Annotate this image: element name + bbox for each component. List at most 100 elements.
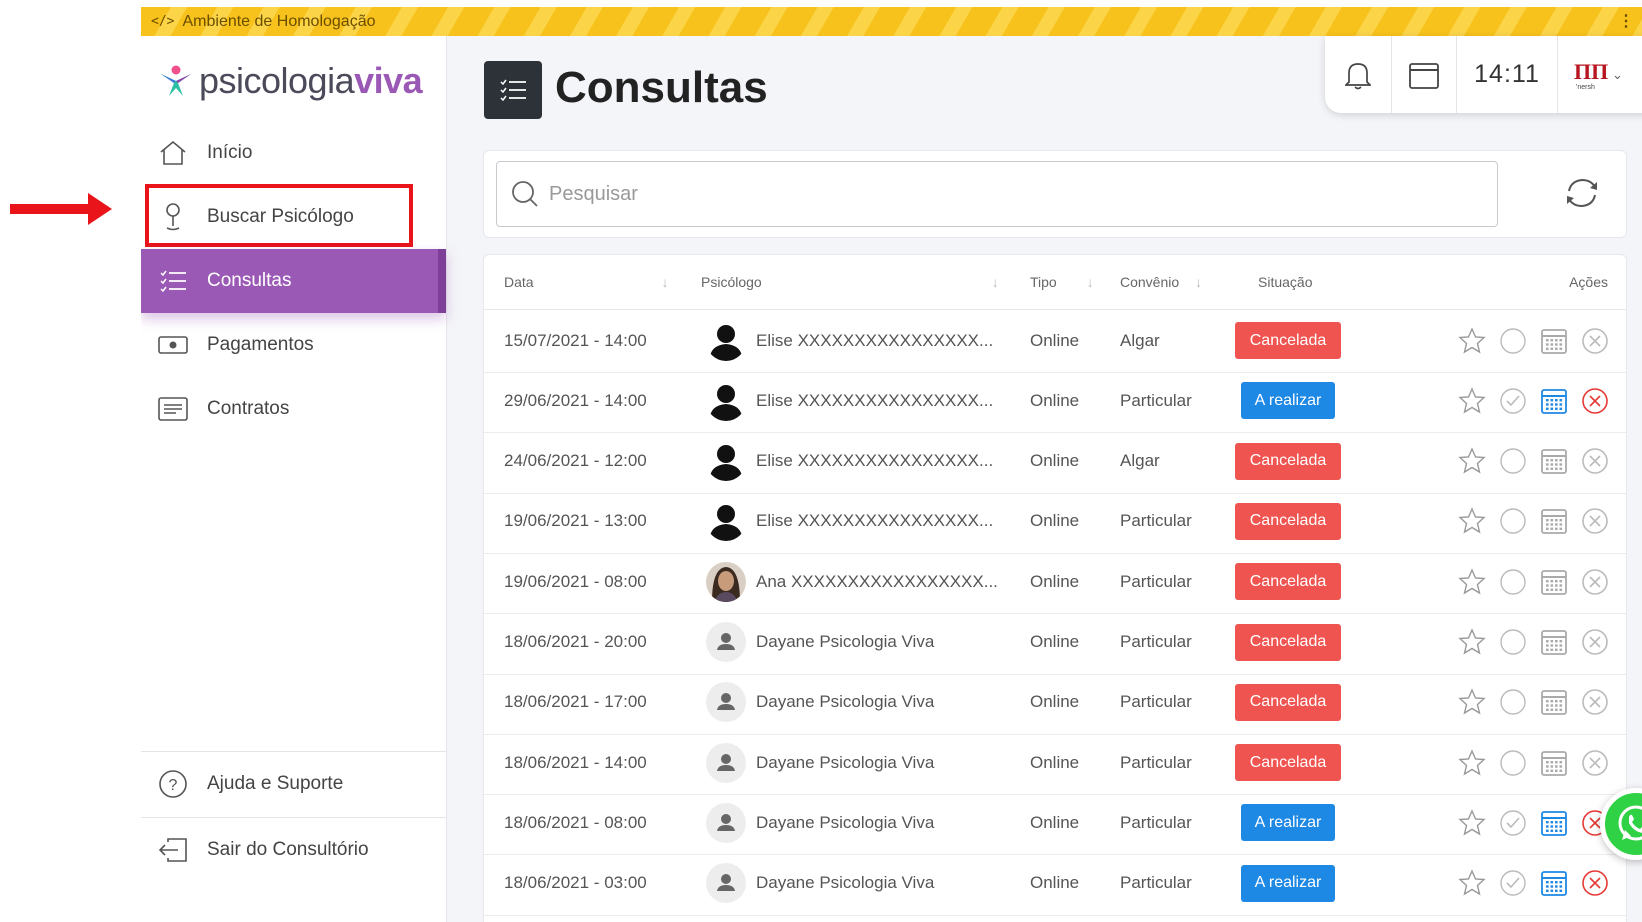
partner-logo[interactable]: ПП 'nersh ⌄ [1558, 36, 1642, 113]
reschedule-calendar-icon [1539, 627, 1569, 657]
document-icon [157, 393, 189, 425]
column-header-tipo[interactable]: Tipo ↓ [1030, 274, 1094, 290]
sidebar-item-label: Sair do Consultório [207, 839, 369, 860]
cancel-x-icon [1580, 446, 1610, 476]
status-badge: Cancelada [1235, 623, 1341, 661]
favorite-star-icon[interactable] [1457, 386, 1487, 416]
confirm-check-icon [1498, 567, 1528, 597]
table-row[interactable]: 19/06/2021 - 08:00 Ana XXXXXXXXXXXXXXXXX.… [484, 550, 1626, 615]
cancel-x-icon [1580, 506, 1610, 536]
sidebar-item-sair[interactable]: Sair do Consultório [141, 818, 446, 882]
table-row[interactable]: 18/06/2021 - 14:00 Dayane Psicologia Viva… [484, 731, 1626, 796]
psychologist-name: Dayane Psicologia Viva [756, 632, 935, 651]
sort-arrow-icon: ↓ [1086, 274, 1094, 290]
psychologist-name: Ana XXXXXXXXXXXXXXXXX... [756, 571, 998, 591]
sidebar-item-pagamentos[interactable]: Pagamentos [141, 313, 446, 377]
table-row[interactable]: 18/06/2021 - 03:00 Dayane Psicologia Viva… [484, 852, 1626, 916]
favorite-star-icon[interactable] [1457, 567, 1487, 597]
more-options-icon[interactable]: ⋮ [1618, 11, 1634, 31]
search-input[interactable] [547, 181, 1497, 207]
confirm-check-icon[interactable] [1498, 386, 1528, 416]
clock-time: 14:11 [1474, 60, 1540, 88]
psychologist-name: Elise XXXXXXXXXXXXXXXX... [756, 451, 994, 471]
avatar [706, 320, 746, 361]
favorite-star-icon[interactable] [1457, 868, 1487, 898]
favorite-star-icon[interactable] [1457, 326, 1487, 356]
bell-icon [1345, 62, 1371, 89]
calendar-button[interactable] [1392, 36, 1457, 113]
avatar [706, 441, 746, 482]
sidebar-item-label: Pagamentos [207, 334, 314, 355]
cancel-x-icon[interactable] [1580, 868, 1610, 898]
status-cell: Cancelada [1235, 671, 1341, 734]
sidebar-item-contratos[interactable]: Contratos [141, 377, 446, 441]
column-header-data[interactable]: Data ↓ [504, 274, 684, 290]
insurance: Particular [1120, 812, 1192, 832]
status-cell: Cancelada [1235, 611, 1341, 674]
brand-logo[interactable]: psicologiaviva [157, 60, 423, 102]
reschedule-calendar-icon[interactable] [1539, 868, 1569, 898]
sidebar-item-inicio[interactable]: Início [141, 121, 446, 185]
row-actions [1446, 550, 1610, 613]
status-cell: Cancelada [1235, 550, 1341, 613]
avatar [706, 501, 746, 542]
reschedule-calendar-icon [1539, 687, 1569, 717]
appointment-type: Online [1030, 330, 1080, 350]
sort-arrow-icon: ↓ [991, 274, 999, 290]
confirm-check-icon [1498, 446, 1528, 476]
column-header-psicologo[interactable]: Psicólogo ↓ [701, 274, 999, 290]
table-row[interactable]: 15/07/2021 - 14:00 Elise XXXXXXXXXXXXXXXX… [484, 309, 1626, 373]
confirm-check-icon[interactable] [1498, 808, 1528, 838]
row-actions [1446, 430, 1610, 493]
favorite-star-icon[interactable] [1457, 808, 1487, 838]
status-cell: Cancelada [1235, 309, 1341, 372]
cancel-x-icon [1580, 687, 1610, 717]
table-row[interactable]: 29/06/2021 - 14:00 Elise XXXXXXXXXXXXXXXX… [484, 369, 1626, 434]
psychologist-cell: Elise XXXXXXXXXXXXXXXX... [706, 369, 993, 432]
sidebar-item-ajuda[interactable]: ? Ajuda e Suporte [141, 752, 446, 816]
search-field[interactable] [496, 161, 1498, 227]
table-row[interactable]: 18/06/2021 - 08:00 Dayane Psicologia Viva… [484, 791, 1626, 856]
notifications-button[interactable] [1325, 36, 1392, 113]
table-row[interactable]: 18/06/2021 - 17:00 Dayane Psicologia Viva… [484, 671, 1626, 735]
confirm-check-icon [1498, 506, 1528, 536]
table-row[interactable]: 19/06/2021 - 13:00 Elise XXXXXXXXXXXXXXXX… [484, 490, 1626, 554]
refresh-button[interactable] [1562, 173, 1602, 213]
status-badge: A realizar [1241, 864, 1335, 902]
favorite-star-icon[interactable] [1457, 506, 1487, 536]
confirm-check-icon[interactable] [1498, 868, 1528, 898]
psychologist-name: Dayane Psicologia Viva [756, 873, 935, 893]
favorite-star-icon[interactable] [1457, 748, 1487, 778]
reschedule-calendar-icon[interactable] [1539, 386, 1569, 416]
favorite-star-icon[interactable] [1457, 627, 1487, 657]
reschedule-calendar-icon [1539, 567, 1569, 597]
favorite-star-icon[interactable] [1457, 446, 1487, 476]
row-actions [1446, 671, 1610, 734]
column-header-convenio[interactable]: Convênio ↓ [1120, 274, 1202, 290]
favorite-star-icon[interactable] [1457, 687, 1487, 717]
psychologist-cell: Ana XXXXXXXXXXXXXXXXX... [706, 550, 998, 613]
psychologist-cell: Elise XXXXXXXXXXXXXXXX... [706, 309, 993, 372]
avatar [706, 742, 746, 783]
sidebar: psicologiaviva Início Buscar Psicólogo C… [141, 36, 447, 922]
psychologist-name: Dayane Psicologia Viva [756, 692, 935, 712]
logout-icon [157, 834, 189, 866]
appointment-type: Online [1030, 390, 1080, 410]
reschedule-calendar-icon[interactable] [1539, 808, 1569, 838]
appointment-type: Online [1030, 752, 1080, 772]
table-row[interactable]: 18/06/2021 - 20:00 Dayane Psicologia Viva… [484, 611, 1626, 675]
table-row[interactable]: 24/06/2021 - 12:00 Elise XXXXXXXXXXXXXXXX… [484, 430, 1626, 494]
appointment-type: Online [1030, 873, 1080, 893]
avatar [706, 380, 746, 421]
status-cell: Cancelada [1235, 490, 1341, 553]
avatar [706, 622, 746, 662]
cancel-x-icon[interactable] [1580, 386, 1610, 416]
avatar [706, 802, 746, 843]
sidebar-item-consultas[interactable]: Consultas [141, 249, 446, 313]
appointment-type: Online [1030, 632, 1080, 651]
psychologist-name: Dayane Psicologia Viva [756, 812, 935, 832]
psychologist-cell: Dayane Psicologia Viva [706, 852, 934, 915]
psychologist-name: Dayane Psicologia Viva [756, 752, 935, 772]
page-title: Consultas [555, 63, 768, 112]
row-actions [1446, 791, 1610, 854]
